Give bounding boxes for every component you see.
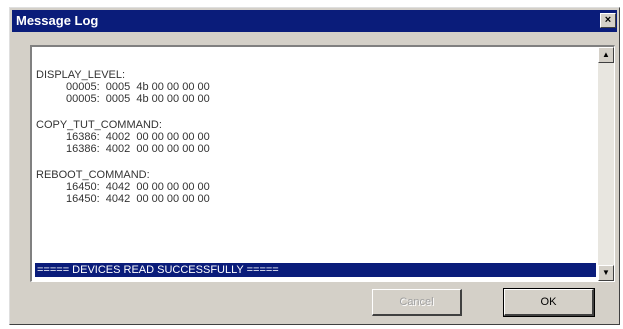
arrow-down-icon: ▼	[602, 268, 610, 277]
log-entry-line: 16450: 4042 00 00 00 00 00	[66, 181, 210, 193]
close-button[interactable]: ×	[600, 13, 616, 28]
cancel-button[interactable]: Cancel	[372, 289, 462, 316]
log-entry: REBOOT_COMMAND: 16450: 4042 00 00 00 00 …	[36, 169, 596, 205]
vertical-scrollbar[interactable]: ▲ ▼	[598, 47, 614, 281]
log-entry-name: REBOOT_COMMAND:	[36, 169, 150, 181]
window-title: Message Log	[16, 13, 99, 28]
log-status-line-selected[interactable]: ===== DEVICES READ SUCCESSFULLY =====	[35, 263, 596, 277]
ok-button[interactable]: OK	[503, 288, 595, 317]
log-entry: DISPLAY_LEVEL: 00005: 0005 4b 00 00 00 0…	[36, 69, 596, 105]
log-entry-line: 16386: 4002 00 00 00 00 00	[66, 143, 210, 155]
title-bar[interactable]: Message Log ×	[12, 10, 617, 32]
message-log-dialog: Message Log × DISPLAY_LEVEL: 00005: 0005…	[9, 7, 620, 325]
log-entry-name: COPY_TUT_COMMAND:	[36, 119, 162, 131]
log-entry-line: 00005: 0005 4b 00 00 00 00	[66, 81, 210, 93]
scroll-down-button[interactable]: ▼	[598, 265, 614, 281]
log-content: DISPLAY_LEVEL: 00005: 0005 4b 00 00 00 0…	[36, 69, 596, 205]
close-icon: ×	[604, 14, 612, 26]
log-entry-line: 00005: 0005 4b 00 00 00 00	[66, 93, 210, 105]
log-entry-name: DISPLAY_LEVEL:	[36, 69, 126, 81]
message-log-list[interactable]: DISPLAY_LEVEL: 00005: 0005 4b 00 00 00 0…	[30, 45, 615, 282]
log-entry-line: 16386: 4002 00 00 00 00 00	[66, 131, 210, 143]
log-entry: COPY_TUT_COMMAND: 16386: 4002 00 00 00 0…	[36, 119, 596, 155]
log-entry-line: 16450: 4042 00 00 00 00 00	[66, 193, 210, 205]
scroll-up-button[interactable]: ▲	[598, 47, 614, 63]
arrow-up-icon: ▲	[602, 50, 610, 59]
